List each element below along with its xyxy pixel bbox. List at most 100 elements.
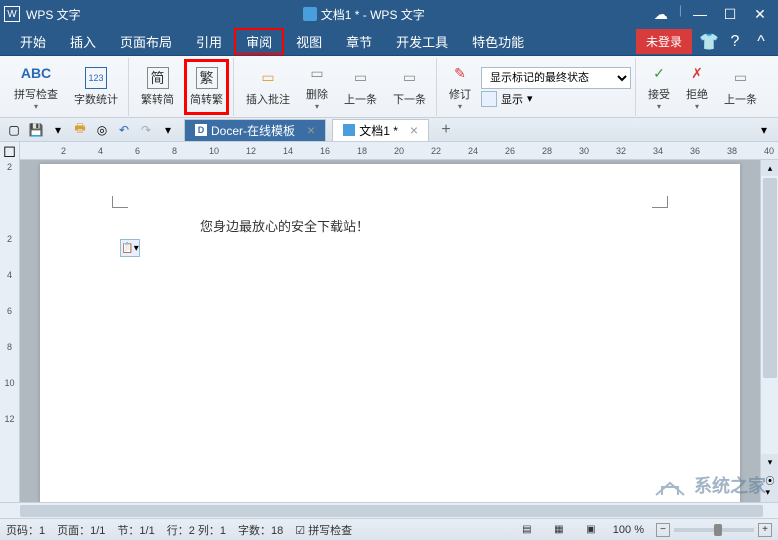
menu-devtools[interactable]: 开发工具 [384, 28, 460, 55]
feedback-icon[interactable]: ☁ [647, 3, 675, 25]
menu-page-layout[interactable]: 页面布局 [108, 28, 184, 55]
print-icon[interactable]: 🖶 [70, 120, 90, 140]
zoom-slider[interactable]: − + [656, 523, 772, 537]
view-web-icon[interactable]: ▣ [581, 521, 601, 539]
menubar-icons: 👕 ? ^ [700, 33, 770, 51]
redo-icon[interactable]: ↷ [136, 120, 156, 140]
word-count-icon: 123 [85, 67, 107, 89]
zoom-out-button[interactable]: − [656, 523, 670, 537]
zoom-knob[interactable] [714, 524, 722, 536]
scroll-thumb-h[interactable] [20, 505, 763, 517]
minimize-button[interactable]: — [686, 3, 714, 25]
revise-icon: ✎ [449, 62, 471, 84]
status-spell[interactable]: ☑ 拼写检查 [295, 522, 352, 538]
simplified-button[interactable]: 简 繁转简 [135, 59, 180, 115]
app-icon: W [4, 6, 20, 22]
view-outline-icon[interactable]: ▦ [549, 521, 569, 539]
help-icon[interactable]: ? [726, 33, 744, 51]
vertical-ruler[interactable]: 2 2 4 6 8 10 12 [0, 160, 20, 502]
collapse-icon[interactable]: ^ [752, 33, 770, 51]
ribbon: ABC 拼写检查 ▾ 123 字数统计 简 繁转简 繁 简转繁 ▭ 插入批注 ▭… [0, 56, 778, 118]
margin-mark [112, 196, 128, 208]
status-zoom[interactable]: 100 % [613, 524, 644, 536]
next-comment-button[interactable]: ▭ 下一条 [387, 59, 432, 115]
horizontal-ruler[interactable]: 2 4 6 8 10 12 14 16 18 20 22 24 26 28 30… [0, 142, 778, 160]
window-controls: ☁ | — ☐ ✕ [647, 3, 774, 25]
status-section[interactable]: 节：1/1 [117, 522, 154, 538]
traditional-icon: 繁 [196, 67, 218, 89]
document-area[interactable]: 您身边最放心的安全下载站！ 📋▾ [20, 160, 760, 502]
quick-access-toolbar: ▢ 💾 ▾ 🖶 ◎ ↶ ↷ ▾ D Docer-在线模板 × 文档1 * × +… [0, 118, 778, 142]
undo-icon[interactable]: ↶ [114, 120, 134, 140]
ribbon-group-changes: ✓ 接受 ▾ ✗ 拒绝 ▾ ▭ 上一条 [638, 58, 767, 116]
zoom-track[interactable] [674, 528, 754, 532]
statusbar: 页码：1 页面：1/1 节：1/1 行：2 列：1 字数：18 ☑ 拼写检查 ▤… [0, 518, 778, 540]
skin-icon[interactable]: 👕 [700, 33, 718, 51]
dropdown-icon[interactable]: ▾ [48, 120, 68, 140]
maximize-button[interactable]: ☐ [716, 3, 744, 25]
menu-references[interactable]: 引用 [184, 28, 234, 55]
ribbon-group-proofing: ABC 拼写检查 ▾ 123 字数统计 [4, 58, 129, 116]
spell-check-button[interactable]: ABC 拼写检查 ▾ [8, 59, 64, 115]
prev-icon: ▭ [350, 67, 372, 89]
page[interactable]: 您身边最放心的安全下载站！ 📋▾ [40, 164, 740, 502]
page-nav-icon[interactable]: ⦿▾ [761, 470, 778, 502]
accept-icon: ✓ [648, 62, 670, 84]
show-markup-label[interactable]: 显示 [501, 91, 523, 107]
tab-list-icon[interactable]: ▾ [754, 120, 774, 140]
prev-comment-button[interactable]: ▭ 上一条 [338, 59, 383, 115]
next-icon: ▭ [399, 67, 421, 89]
close-button[interactable]: ✕ [746, 3, 774, 25]
track-display-select[interactable]: 显示标记的最终状态 [481, 67, 631, 89]
word-count-button[interactable]: 123 字数统计 [68, 59, 124, 115]
accept-button[interactable]: ✓ 接受 ▾ [642, 59, 676, 115]
margin-mark [652, 196, 668, 208]
menu-chapter[interactable]: 章节 [334, 28, 384, 55]
status-page[interactable]: 页码：1 [6, 522, 45, 538]
scroll-down-icon[interactable]: ▾ [761, 454, 778, 470]
close-tab-icon[interactable]: × [307, 122, 315, 138]
menu-features[interactable]: 特色功能 [460, 28, 536, 55]
doc-tab-icon [343, 124, 355, 136]
login-status[interactable]: 未登录 [636, 29, 692, 54]
revise-button[interactable]: ✎ 修订 ▾ [443, 59, 477, 115]
insert-comment-button[interactable]: ▭ 插入批注 [240, 59, 296, 115]
ribbon-group-chinese: 简 繁转简 繁 简转繁 [131, 58, 234, 116]
traditional-button[interactable]: 繁 简转繁 [184, 59, 229, 115]
menubar: 开始 插入 页面布局 引用 审阅 视图 章节 开发工具 特色功能 未登录 👕 ?… [0, 28, 778, 56]
ribbon-group-tracking: ✎ 修订 ▾ 显示标记的最终状态 显示 ▾ [439, 58, 636, 116]
doc-title: 文档1 * - WPS 文字 [321, 6, 425, 23]
qat-dropdown[interactable]: ▾ [158, 120, 178, 140]
horizontal-scrollbar[interactable] [0, 502, 778, 518]
add-tab-button[interactable]: + [435, 120, 457, 140]
reject-button[interactable]: ✗ 拒绝 ▾ [680, 59, 714, 115]
status-page-of[interactable]: 页面：1/1 [57, 522, 105, 538]
status-position[interactable]: 行：2 列：1 [167, 522, 226, 538]
vertical-scrollbar[interactable]: ▴ ▾ ⦿▾ [760, 160, 778, 502]
close-tab-icon[interactable]: × [410, 122, 418, 138]
menu-review[interactable]: 审阅 [234, 28, 284, 55]
zoom-in-button[interactable]: + [758, 523, 772, 537]
view-print-icon[interactable]: ▤ [517, 521, 537, 539]
app-name: WPS 文字 [26, 6, 81, 23]
delete-comment-button[interactable]: ▭ 删除 ▾ [300, 59, 334, 115]
scroll-up-icon[interactable]: ▴ [761, 160, 778, 176]
titlebar: W WPS 文字 文档1 * - WPS 文字 ☁ | — ☐ ✕ [0, 0, 778, 28]
spell-check-icon: ABC [25, 62, 47, 84]
comment-icon: ▭ [257, 67, 279, 89]
menu-start[interactable]: 开始 [8, 28, 58, 55]
menu-insert[interactable]: 插入 [58, 28, 108, 55]
paste-options-icon[interactable]: 📋▾ [120, 239, 140, 257]
tab-online-templates[interactable]: D Docer-在线模板 × [184, 119, 326, 141]
document-text[interactable]: 您身边最放心的安全下载站！ [120, 216, 660, 235]
status-chars[interactable]: 字数：18 [238, 522, 283, 538]
print-preview-icon[interactable]: ◎ [92, 120, 112, 140]
prev-change-icon: ▭ [730, 67, 752, 89]
menu-view[interactable]: 视图 [284, 28, 334, 55]
scroll-thumb[interactable] [763, 178, 777, 378]
prev-change-button[interactable]: ▭ 上一条 [718, 59, 763, 115]
ruler-corner: ◻ [0, 142, 20, 160]
new-icon[interactable]: ▢ [4, 120, 24, 140]
save-icon[interactable]: 💾 [26, 120, 46, 140]
tab-document[interactable]: 文档1 * × [332, 119, 429, 141]
